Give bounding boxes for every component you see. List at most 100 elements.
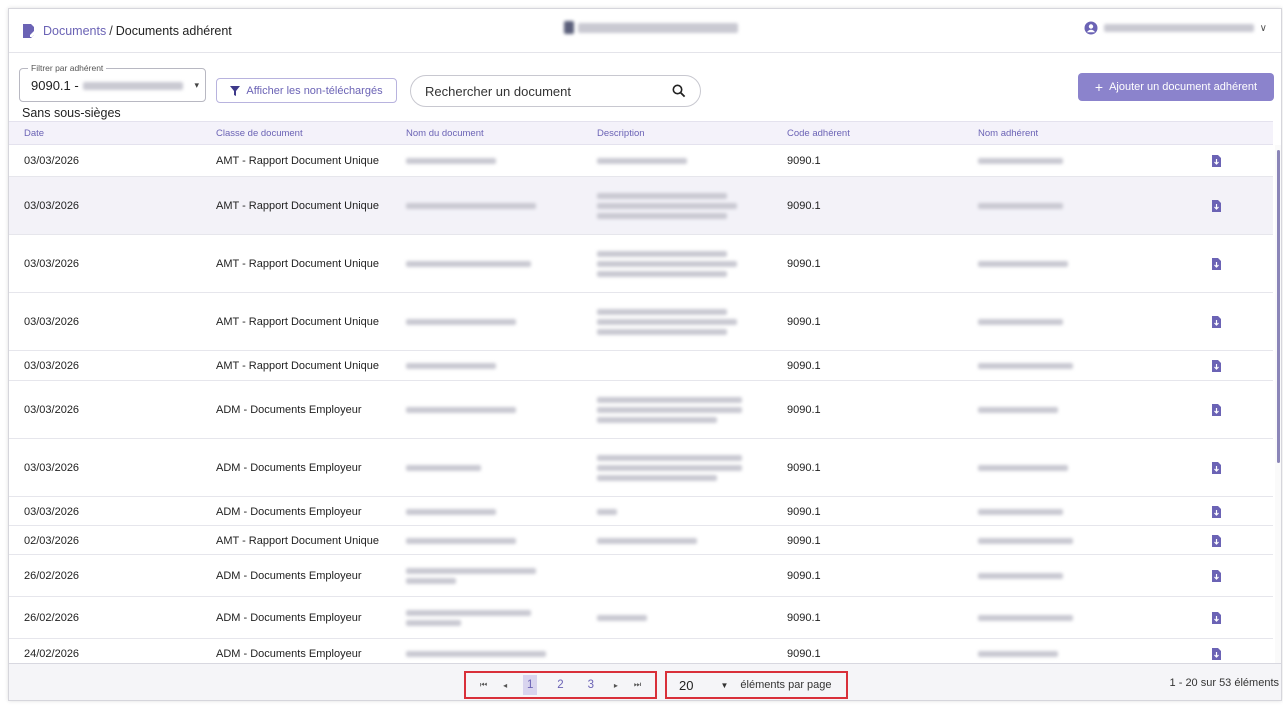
cell-member-name — [978, 319, 1063, 325]
cell-date: 03/03/2026 — [24, 360, 80, 372]
document-name-redacted — [406, 407, 516, 413]
column-header-description[interactable]: Description — [597, 128, 645, 139]
page-2-button[interactable]: 2 — [553, 675, 567, 695]
cell-member-code: 9090.1 — [787, 200, 821, 212]
description-redacted — [597, 213, 727, 219]
member-name-redacted — [978, 615, 1073, 621]
download-icon[interactable] — [1211, 570, 1222, 582]
member-name-redacted — [978, 465, 1068, 471]
last-page-icon[interactable]: ⏭ — [634, 680, 641, 690]
document-name-redacted — [406, 363, 496, 369]
document-icon — [23, 24, 36, 38]
funnel-icon — [230, 85, 241, 96]
member-name-redacted — [978, 651, 1058, 657]
app-window: Documents / Documents adhérent ∨ Filtrer… — [8, 8, 1282, 701]
column-header-document-name[interactable]: Nom du document — [406, 128, 484, 139]
table-row[interactable]: 03/03/2026 AMT - Rapport Document Unique 9… — [9, 235, 1273, 293]
member-name-redacted — [978, 363, 1073, 369]
table-row[interactable]: 24/02/2026 ADM - Documents Employeur 9090.… — [9, 639, 1273, 664]
download-icon[interactable] — [1211, 505, 1222, 518]
description-redacted — [597, 615, 647, 621]
show-non-downloaded-label: Afficher les non-téléchargés — [246, 84, 383, 97]
cell-member-code: 9090.1 — [787, 534, 821, 547]
download-icon[interactable] — [1211, 534, 1222, 547]
show-non-downloaded-button[interactable]: Afficher les non-téléchargés — [216, 78, 397, 103]
table-row[interactable]: 03/03/2026 ADM - Documents Employeur 9090.… — [9, 381, 1273, 439]
cell-member-code: 9090.1 — [787, 648, 821, 660]
cell-document-name — [406, 537, 516, 544]
page-size-control: 20 ▼ éléments par page — [665, 671, 848, 699]
table-row[interactable]: 03/03/2026 AMT - Rapport Document Unique 9… — [9, 351, 1273, 381]
table-scrollbar[interactable] — [1275, 145, 1281, 664]
download-icon[interactable] — [1211, 316, 1222, 328]
download-icon[interactable] — [1211, 155, 1222, 167]
cell-member-name — [978, 363, 1073, 369]
download-icon[interactable] — [1211, 404, 1222, 416]
description-redacted — [597, 203, 737, 209]
cell-document-name — [406, 261, 531, 267]
search-icon[interactable] — [672, 84, 686, 98]
cell-member-code: 9090.1 — [787, 612, 821, 624]
cell-document-class: ADM - Documents Employeur — [216, 462, 362, 474]
member-filter-select[interactable]: Filtrer par adhérent 9090.1 - ▾ — [19, 63, 206, 102]
download-icon[interactable] — [1211, 612, 1222, 624]
description-redacted — [597, 271, 727, 277]
download-icon[interactable] — [1211, 462, 1222, 474]
document-search-field[interactable]: Rechercher un document — [410, 75, 701, 107]
next-page-icon[interactable]: ▸ — [614, 681, 618, 690]
documents-table-body: 03/03/2026 AMT - Rapport Document Unique 9… — [9, 145, 1273, 664]
cell-member-name — [978, 537, 1073, 544]
cell-document-class: ADM - Documents Employeur — [216, 505, 362, 518]
cell-document-class: ADM - Documents Employeur — [216, 404, 362, 416]
cell-document-class: AMT - Rapport Document Unique — [216, 155, 380, 167]
download-icon[interactable] — [1211, 360, 1222, 372]
member-filter-legend: Filtrer par adhérent — [28, 63, 107, 73]
caret-down-icon: ▾ — [194, 80, 199, 90]
table-row[interactable]: 03/03/2026 AMT - Rapport Document Unique 9… — [9, 145, 1273, 177]
caret-down-icon: ▼ — [720, 680, 729, 690]
cell-document-name — [406, 158, 496, 164]
table-row[interactable]: 03/03/2026 ADM - Documents Employeur 9090.… — [9, 439, 1273, 497]
cell-member-name — [978, 573, 1063, 579]
cell-date: 03/03/2026 — [24, 200, 80, 212]
add-member-document-button[interactable]: + Ajouter un document adhérent — [1078, 73, 1274, 101]
document-name-redacted — [406, 203, 536, 209]
cell-document-class: AMT - Rapport Document Unique — [216, 534, 380, 547]
table-row[interactable]: 26/02/2026 ADM - Documents Employeur 9090.… — [9, 597, 1273, 639]
page-1-button[interactable]: 1 — [522, 675, 538, 695]
table-header: Date Classe de document Nom du document … — [9, 121, 1273, 145]
description-redacted — [597, 465, 742, 471]
document-name-redacted — [406, 465, 481, 471]
table-row[interactable]: 26/02/2026 ADM - Documents Employeur 9090.… — [9, 555, 1273, 597]
column-header-date[interactable]: Date — [24, 128, 44, 139]
member-name-redacted — [978, 573, 1063, 579]
cell-member-code: 9090.1 — [787, 462, 821, 474]
page-size-select[interactable]: 20 ▼ — [679, 678, 728, 693]
cell-member-name — [978, 615, 1073, 621]
download-icon[interactable] — [1211, 200, 1222, 212]
member-name-redacted — [978, 537, 1073, 544]
cell-date: 03/03/2026 — [24, 404, 80, 416]
scrollbar-thumb[interactable] — [1277, 150, 1280, 463]
column-header-member-name[interactable]: Nom adhérent — [978, 128, 1038, 139]
description-redacted — [597, 455, 742, 461]
table-row[interactable]: 03/03/2026 ADM - Documents Employeur 9090.… — [9, 497, 1273, 526]
download-icon[interactable] — [1211, 648, 1222, 660]
table-row[interactable]: 02/03/2026 AMT - Rapport Document Unique 9… — [9, 526, 1273, 555]
previous-page-icon[interactable]: ◂ — [503, 681, 507, 690]
user-menu[interactable]: ∨ — [1084, 21, 1267, 35]
member-name-redacted — [978, 158, 1063, 164]
breadcrumb-documents-link[interactable]: Documents — [43, 24, 106, 38]
cell-description — [597, 251, 737, 277]
page-3-button[interactable]: 3 — [584, 675, 598, 695]
description-redacted — [597, 417, 717, 423]
download-icon[interactable] — [1211, 258, 1222, 270]
first-page-icon[interactable]: ⏮ — [480, 680, 487, 690]
column-header-document-class[interactable]: Classe de document — [216, 128, 303, 139]
table-row[interactable]: 03/03/2026 AMT - Rapport Document Unique 9… — [9, 293, 1273, 351]
top-bar: Documents / Documents adhérent ∨ — [9, 9, 1281, 53]
description-redacted — [597, 475, 717, 481]
column-header-member-code[interactable]: Code adhérent — [787, 128, 850, 139]
table-row[interactable]: 03/03/2026 AMT - Rapport Document Unique 9… — [9, 177, 1273, 235]
description-redacted — [597, 508, 617, 515]
